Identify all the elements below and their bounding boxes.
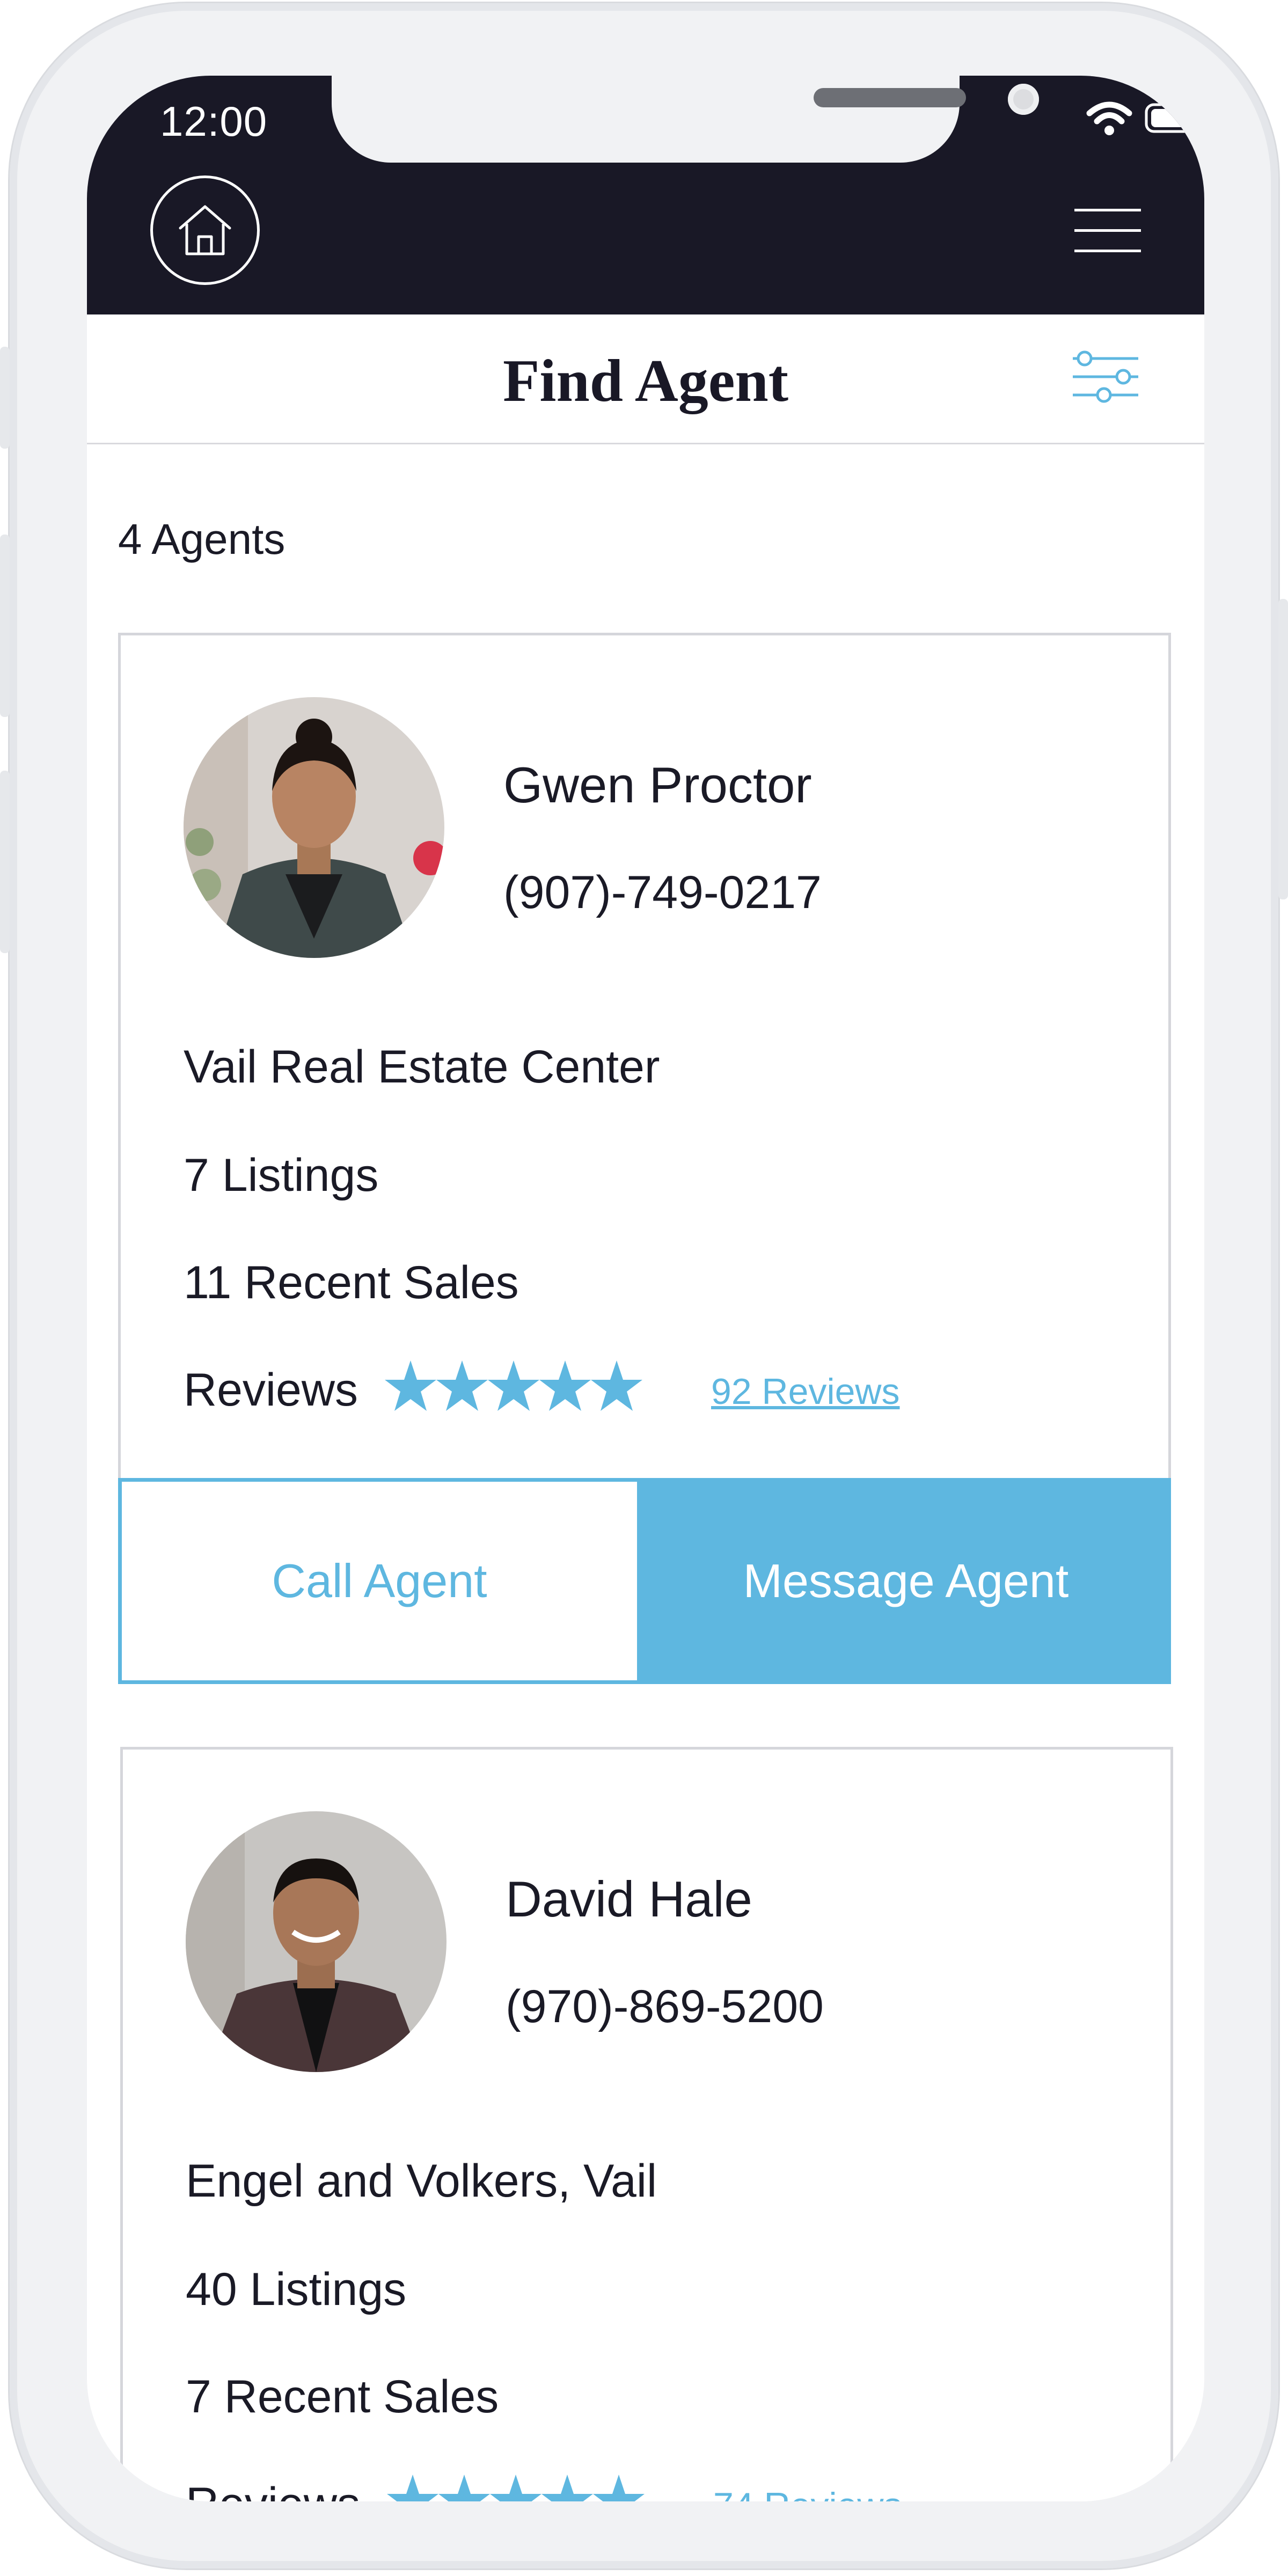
- speaker-grille: [814, 88, 966, 107]
- agent-listings: 7 Listings: [184, 1150, 379, 1201]
- battery-icon: [1145, 103, 1204, 133]
- hamburger-menu-icon: [1074, 209, 1141, 211]
- power-button: [1278, 599, 1288, 899]
- star-icon: [488, 1360, 539, 1411]
- star-icon: [593, 2475, 645, 2501]
- notch: [332, 76, 1039, 163]
- agent-phone: (907)-749-0217: [503, 867, 822, 918]
- agent-brokerage: Engel and Volkers, Vail: [186, 2155, 657, 2207]
- star-icon: [385, 1360, 436, 1411]
- volume-up-button: [0, 535, 10, 717]
- ringer-switch: [0, 347, 10, 449]
- star-icon: [539, 1360, 591, 1411]
- home-button[interactable]: [150, 175, 260, 285]
- reviews-link[interactable]: 74 Reviews: [713, 2485, 902, 2501]
- star-icon: [436, 1360, 488, 1411]
- menu-line: [1074, 250, 1141, 252]
- agent-name: Gwen Proctor: [503, 757, 812, 813]
- agent-count: 4 Agents: [118, 515, 286, 563]
- status-time: 12:00: [160, 98, 268, 145]
- star-icon: [591, 1360, 642, 1411]
- volume-down-button: [0, 771, 10, 953]
- star-icon: [490, 2475, 541, 2501]
- wifi-icon: [1086, 101, 1132, 135]
- reviews-link[interactable]: 92 Reviews: [711, 1371, 900, 1413]
- agent-brokerage: Vail Real Estate Center: [184, 1041, 660, 1093]
- reviews-label: Reviews: [184, 1364, 358, 1416]
- agent-name: David Hale: [506, 1871, 752, 1927]
- filter-button[interactable]: [1072, 349, 1139, 405]
- agent-avatar: [184, 697, 444, 958]
- agent-phone: (970)-869-5200: [506, 1981, 824, 2032]
- rating-stars: [387, 2472, 645, 2501]
- star-icon: [387, 2475, 438, 2501]
- star-icon: [541, 2475, 593, 2501]
- page-header: Find Agent: [87, 314, 1204, 444]
- hamburger-menu-button[interactable]: [1074, 209, 1141, 252]
- menu-line: [1074, 229, 1141, 232]
- agent-actions: Call Agent Message Agent: [118, 1478, 1171, 1684]
- page-title: Find Agent: [502, 348, 789, 414]
- message-agent-button[interactable]: Message Agent: [641, 1478, 1171, 1684]
- front-camera: [1008, 84, 1039, 115]
- agent-recent-sales: 7 Recent Sales: [186, 2371, 499, 2423]
- star-icon: [438, 2475, 490, 2501]
- agent-card: Gwen Proctor (907)-749-0217 Vail Real Es…: [118, 633, 1171, 1684]
- rating-stars: [385, 1358, 642, 1420]
- agent-avatar: [186, 1811, 447, 2072]
- top-navigation-bar: 12:00: [87, 76, 1204, 314]
- filter-sliders-icon: [1073, 350, 1138, 403]
- home-icon: [179, 205, 231, 255]
- reviews-label: Reviews: [186, 2478, 360, 2501]
- call-agent-button[interactable]: Call Agent: [118, 1478, 641, 1684]
- phone-screen: 12:00 Find Agent 4 Agents Gwen Proctor (…: [87, 76, 1204, 2501]
- agent-card: David Hale (970)-869-5200 Engel and Volk…: [120, 1747, 1173, 2501]
- agent-listings: 40 Listings: [186, 2264, 407, 2315]
- agent-recent-sales: 11 Recent Sales: [184, 1257, 519, 1308]
